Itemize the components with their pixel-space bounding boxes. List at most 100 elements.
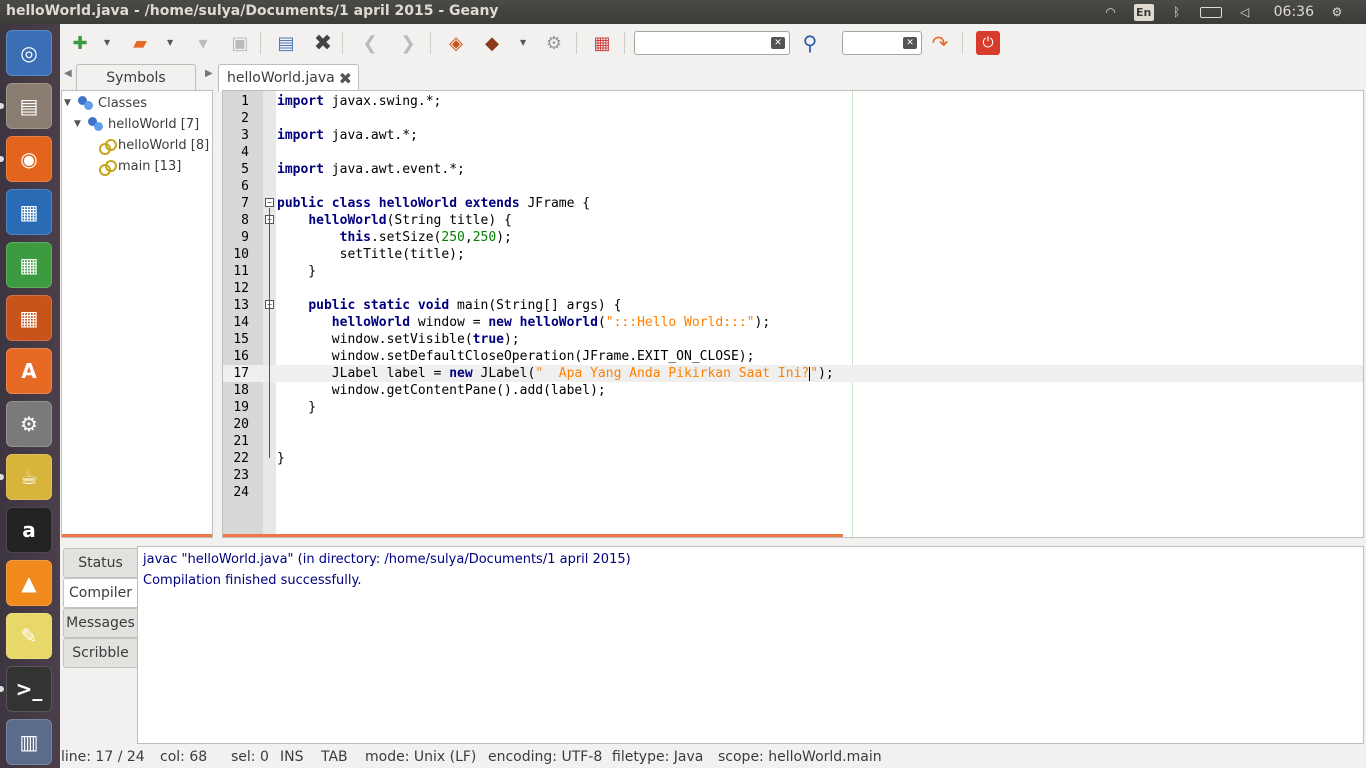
new-file-dropdown-icon[interactable]: ▼ xyxy=(104,38,112,47)
build-dropdown-icon[interactable]: ▼ xyxy=(520,38,528,47)
status-bar: line: 17 / 24 col: 68 sel: 0 INS TAB mod… xyxy=(60,748,1366,768)
ubuntu-dash-icon[interactable]: ◎ xyxy=(6,30,52,76)
files-icon[interactable]: ▤ xyxy=(6,83,52,129)
code-line[interactable]: 1 import javax.swing.*; xyxy=(223,93,1363,110)
fold-toggle-icon[interactable]: − xyxy=(265,198,274,207)
impress-icon[interactable]: ▦ xyxy=(6,295,52,341)
class-icon xyxy=(78,96,94,110)
code-line[interactable]: 11 } xyxy=(223,263,1363,280)
trash-icon[interactable]: ▥ xyxy=(6,719,52,765)
compiler-message[interactable]: javac "helloWorld.java" (in directory: /… xyxy=(143,552,631,567)
amazon-icon[interactable]: a xyxy=(6,507,52,553)
tab-scroll-right-icon[interactable]: ▶ xyxy=(205,68,213,79)
open-file-icon[interactable]: ▰ xyxy=(128,31,152,55)
code-line[interactable]: 12 xyxy=(223,280,1363,297)
vlc-icon[interactable]: ▲ xyxy=(6,560,52,606)
search-icon[interactable]: ⚲ xyxy=(798,31,822,55)
build-icon[interactable]: ◆ xyxy=(480,31,504,55)
running-indicator xyxy=(0,686,4,692)
execute-gears-icon[interactable]: ⚙ xyxy=(542,31,566,55)
code-line[interactable]: 5 import java.awt.event.*; xyxy=(223,161,1363,178)
tree-item[interactable]: ▼ Classes xyxy=(64,93,147,113)
code-line[interactable]: 2 xyxy=(223,110,1363,127)
close-tab-icon[interactable]: ✖ xyxy=(339,66,352,92)
tree-item[interactable]: main [13] xyxy=(98,156,181,176)
tab-messages[interactable]: Messages xyxy=(63,608,137,638)
tab-scroll-left-icon[interactable]: ◀ xyxy=(64,68,72,79)
revert-icon[interactable]: ▤ xyxy=(274,31,298,55)
bluetooth-icon[interactable]: ᛒ xyxy=(1166,4,1188,20)
navigate-forward-icon[interactable]: ❯ xyxy=(396,31,420,55)
battery-icon[interactable] xyxy=(1199,4,1222,20)
code-editor[interactable]: 1 import javax.swing.*; 2 3 import java.aw… xyxy=(222,90,1364,538)
code-line[interactable]: 7− public class helloWorld extends JFrame… xyxy=(223,195,1363,212)
code-line[interactable]: 8− helloWorld(String title) { xyxy=(223,212,1363,229)
code-line[interactable]: 4 xyxy=(223,144,1363,161)
search-input[interactable]: ✕ xyxy=(634,31,790,55)
code-line[interactable]: 6 xyxy=(223,178,1363,195)
running-indicator xyxy=(0,103,4,109)
software-center-icon[interactable]: A xyxy=(6,348,52,394)
unity-launcher: ◎ ▤ ◉ ▦ ▦ ▦ A ⚙ ☕ a ▲ ✎ >_ ▥ xyxy=(0,24,60,768)
save-all-icon[interactable]: ▣ xyxy=(228,31,252,55)
notes-icon[interactable]: ✎ xyxy=(6,613,52,659)
editor-scroll-indicator xyxy=(223,534,843,537)
tab-status[interactable]: Status xyxy=(63,548,137,578)
method-icon xyxy=(98,159,117,176)
quit-icon[interactable]: ⏻ xyxy=(976,31,1000,55)
writer-icon[interactable]: ▦ xyxy=(6,189,52,235)
tree-item[interactable]: helloWorld [8] xyxy=(98,135,209,155)
tree-item[interactable]: ▼ helloWorld [7] xyxy=(74,114,199,134)
code-line[interactable]: 3 import java.awt.*; xyxy=(223,127,1363,144)
compiler-output[interactable]: javac "helloWorld.java" (in directory: /… xyxy=(137,546,1364,744)
code-line[interactable]: 19 } xyxy=(223,399,1363,416)
code-line-current[interactable]: 17 JLabel label = new JLabel(" Apa Yang … xyxy=(223,365,1363,382)
code-line[interactable]: 23 xyxy=(223,467,1363,484)
code-line[interactable]: 24 xyxy=(223,484,1363,501)
code-line[interactable]: 15 window.setVisible(true); xyxy=(223,331,1363,348)
code-line[interactable]: 18 window.getContentPane().add(label); xyxy=(223,382,1363,399)
system-settings-icon[interactable]: ⚙ xyxy=(6,401,52,447)
code-line[interactable]: 10 setTitle(title); xyxy=(223,246,1363,263)
tab-compiler[interactable]: Compiler xyxy=(63,578,137,608)
clock[interactable]: 06:36 xyxy=(1274,4,1314,20)
message-tabbar: Status Compiler Messages Scribble xyxy=(60,546,138,746)
expander-icon[interactable]: ▼ xyxy=(74,119,84,129)
code-line[interactable]: 9 this.setSize(250,250); xyxy=(223,229,1363,246)
keyboard-layout-indicator[interactable]: En xyxy=(1133,3,1154,21)
compile-icon[interactable]: ◈ xyxy=(444,31,468,55)
code-line[interactable]: 22} xyxy=(223,450,1363,467)
goto-line-input[interactable]: ✕ xyxy=(842,31,922,55)
status-filetype: filetype: Java xyxy=(612,749,704,765)
code-line[interactable]: 16 window.setDefaultCloseOperation(JFram… xyxy=(223,348,1363,365)
new-file-icon[interactable]: ✚ xyxy=(68,31,92,55)
jump-to-line-icon[interactable]: ↷ xyxy=(928,31,952,55)
power-gear-icon[interactable]: ⚙ xyxy=(1326,4,1348,20)
navigate-back-icon[interactable]: ❮ xyxy=(358,31,382,55)
tab-scribble[interactable]: Scribble xyxy=(63,638,137,668)
calc-icon[interactable]: ▦ xyxy=(6,242,52,288)
code-line[interactable]: 20 xyxy=(223,416,1363,433)
top-panel: helloWorld.java - /home/sulya/Documents/… xyxy=(0,0,1366,24)
status-encoding: encoding: UTF-8 xyxy=(488,749,603,765)
clear-goto-icon[interactable]: ✕ xyxy=(903,37,917,49)
firefox-icon[interactable]: ◉ xyxy=(6,136,52,182)
terminal-icon[interactable]: >_ xyxy=(6,666,52,712)
expander-icon[interactable]: ▼ xyxy=(64,98,74,108)
tab-symbols[interactable]: Symbols xyxy=(76,64,196,92)
clear-search-icon[interactable]: ✕ xyxy=(771,37,785,49)
code-line[interactable]: 13− public static void main(String[] arg… xyxy=(223,297,1363,314)
compiler-message[interactable]: Compilation finished successfully. xyxy=(143,573,361,588)
status-ins: INS xyxy=(280,749,304,765)
open-file-dropdown-icon[interactable]: ▼ xyxy=(167,38,175,47)
code-line[interactable]: 14 helloWorld window = new helloWorld(":… xyxy=(223,314,1363,331)
tab-helloworld-java[interactable]: helloWorld.java ✖ xyxy=(218,64,359,92)
geany-icon[interactable]: ☕ xyxy=(6,454,52,500)
code-line[interactable]: 21 xyxy=(223,433,1363,450)
close-file-icon[interactable]: ✖ xyxy=(311,31,335,56)
color-chooser-icon[interactable]: ▦ xyxy=(590,31,614,55)
wifi-icon[interactable]: ◠ xyxy=(1100,4,1122,20)
volume-icon[interactable]: ◁ xyxy=(1234,4,1256,20)
editor-tabbar: helloWorld.java ✖ xyxy=(218,62,1366,92)
save-icon[interactable]: ▾ xyxy=(191,31,215,55)
